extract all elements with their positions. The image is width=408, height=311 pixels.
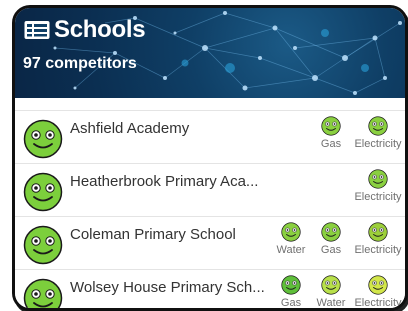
- title-row: Schools: [24, 16, 146, 44]
- smiley-face-icon: [321, 275, 341, 295]
- fuel-label: Gas: [320, 244, 342, 256]
- school-avatar-icon: [23, 172, 63, 212]
- app-frame: Schools 97 competitors Ashfield Academy G…: [0, 0, 408, 311]
- smiley-face-icon: [368, 275, 388, 295]
- list-card-icon: [24, 21, 50, 39]
- school-name: Ashfield Academy: [70, 120, 190, 137]
- smiley-face-icon: [368, 116, 388, 136]
- school-row[interactable]: Heatherbrook Primary Aca... Electricity: [15, 164, 405, 217]
- schools-list: Ashfield Academy Gas Electricity Heatherbro…: [15, 98, 405, 309]
- competitor-count: 97 competitors: [23, 55, 137, 72]
- school-avatar-icon: [23, 225, 63, 265]
- page-title: Schools: [54, 16, 146, 43]
- school-row[interactable]: Ashfield Academy Gas Electricity: [15, 111, 405, 164]
- fuel-indicator-gas: Gas: [311, 116, 351, 150]
- list-divider: [15, 98, 405, 111]
- school-avatar-icon: [23, 119, 63, 159]
- fuel-label: Electricity: [354, 297, 402, 309]
- school-avatar-icon: [23, 278, 63, 308]
- smiley-face-icon: [281, 275, 301, 295]
- fuel-label: Water: [276, 244, 306, 256]
- smiley-face-icon: [321, 222, 341, 242]
- fuel-indicator-gas: Gas: [311, 222, 351, 256]
- fuel-label: Water: [316, 297, 346, 309]
- school-row[interactable]: Coleman Primary School Water Gas Electricit…: [15, 217, 405, 270]
- fuel-label: Electricity: [354, 244, 402, 256]
- school-name: Coleman Primary School: [70, 226, 236, 243]
- fuel-label: Gas: [320, 138, 342, 150]
- fuel-indicator-water: Water: [271, 222, 311, 256]
- smiley-face-icon: [321, 116, 341, 136]
- smiley-face-icon: [368, 222, 388, 242]
- fuel-indicator-water: Water: [311, 275, 351, 309]
- school-name: Wolsey House Primary Sch...: [70, 279, 265, 296]
- smiley-face-icon: [281, 222, 301, 242]
- fuel-indicators: Water Gas Electricity: [271, 222, 405, 256]
- fuel-indicators: Gas Water Electricity: [271, 275, 405, 309]
- fuel-indicators: Electricity: [351, 169, 405, 203]
- fuel-indicator-electricity: Electricity: [351, 275, 405, 309]
- fuel-indicators: Gas Electricity: [311, 116, 405, 150]
- fuel-label: Gas: [280, 297, 302, 309]
- fuel-indicator-electricity: Electricity: [351, 169, 405, 203]
- fuel-indicator-electricity: Electricity: [351, 222, 405, 256]
- header-banner: Schools 97 competitors: [15, 8, 405, 98]
- school-name: Heatherbrook Primary Aca...: [70, 173, 259, 190]
- fuel-indicator-electricity: Electricity: [351, 116, 405, 150]
- schools-card: Schools 97 competitors Ashfield Academy G…: [12, 5, 408, 311]
- smiley-face-icon: [368, 169, 388, 189]
- school-row[interactable]: Wolsey House Primary Sch... Gas Water Elect…: [15, 270, 405, 309]
- fuel-indicator-gas: Gas: [271, 275, 311, 309]
- fuel-label: Electricity: [354, 138, 402, 150]
- fuel-label: Electricity: [354, 191, 402, 203]
